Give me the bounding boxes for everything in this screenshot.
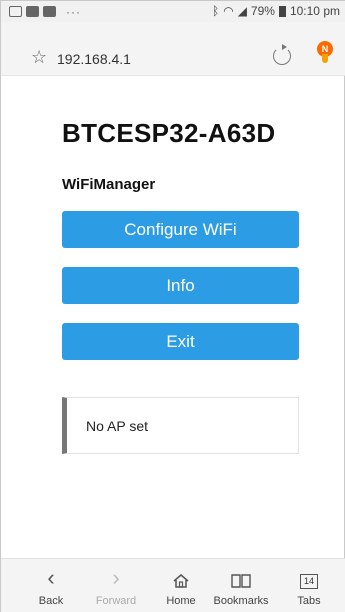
home-icon bbox=[173, 574, 189, 588]
bluetooth-icon: ᛒ bbox=[212, 4, 220, 18]
exit-button[interactable]: Exit bbox=[62, 323, 299, 360]
media-icon bbox=[26, 6, 39, 17]
status-message-box: No AP set bbox=[62, 397, 299, 454]
star-icon[interactable]: ☆ bbox=[31, 48, 47, 66]
wifi-icon: ◠ bbox=[223, 4, 234, 18]
nav-back-label: Back bbox=[38, 595, 64, 607]
signal-icon: ◢ bbox=[237, 4, 247, 18]
battery-percent: 79% bbox=[250, 4, 275, 18]
url-text[interactable]: 192.168.4.1 bbox=[57, 51, 131, 67]
mail-icon bbox=[9, 6, 22, 17]
nav-home[interactable]: Home bbox=[151, 559, 211, 612]
bookmarks-icon bbox=[231, 574, 251, 588]
clock: 10:10 pm bbox=[289, 4, 340, 18]
status-message: No AP set bbox=[86, 418, 149, 434]
facebook-icon bbox=[43, 6, 56, 17]
battery-icon bbox=[278, 5, 286, 17]
chevron-left-icon: ‹ bbox=[47, 565, 55, 590]
page-subtitle: WiFiManager bbox=[62, 176, 156, 193]
nav-tabs[interactable]: 14 Tabs bbox=[279, 559, 339, 612]
nav-back[interactable]: ‹ Back bbox=[21, 559, 81, 612]
url-bar: ☆ 192.168.4.1 N bbox=[1, 22, 345, 76]
nav-forward[interactable]: › Forward bbox=[86, 559, 146, 612]
info-button[interactable]: Info bbox=[62, 267, 299, 304]
tabs-icon: 14 bbox=[300, 574, 318, 589]
phone-frame: ··· ᛒ ◠ ◢ 79% 10:10 pm ☆ 192.168.4.1 N B… bbox=[0, 0, 345, 612]
profile-button[interactable]: N bbox=[311, 41, 339, 73]
configure-wifi-button[interactable]: Configure WiFi bbox=[62, 211, 299, 248]
page-content: BTCESP32-A63D WiFiManager Configure WiFi… bbox=[1, 76, 345, 558]
nav-bookmarks-label: Bookmarks bbox=[213, 595, 269, 607]
bottom-navigation: ‹ Back › Forward Home Bookmarks 14 Tabs bbox=[1, 558, 345, 612]
more-notifications: ··· bbox=[66, 4, 81, 19]
status-bar: ··· ᛒ ◠ ◢ 79% 10:10 pm bbox=[1, 1, 345, 22]
nav-tabs-label: Tabs bbox=[297, 595, 321, 607]
reload-icon[interactable] bbox=[273, 44, 291, 65]
notification-icons: ··· bbox=[1, 5, 81, 19]
chevron-right-icon: › bbox=[112, 565, 120, 590]
nav-bookmarks[interactable]: Bookmarks bbox=[211, 559, 271, 612]
system-icons: ᛒ ◠ ◢ 79% 10:10 pm bbox=[212, 4, 340, 18]
profile-pin-icon bbox=[322, 54, 328, 63]
nav-home-label: Home bbox=[166, 595, 196, 607]
nav-forward-label: Forward bbox=[95, 595, 137, 607]
page-title: BTCESP32-A63D bbox=[62, 118, 276, 148]
